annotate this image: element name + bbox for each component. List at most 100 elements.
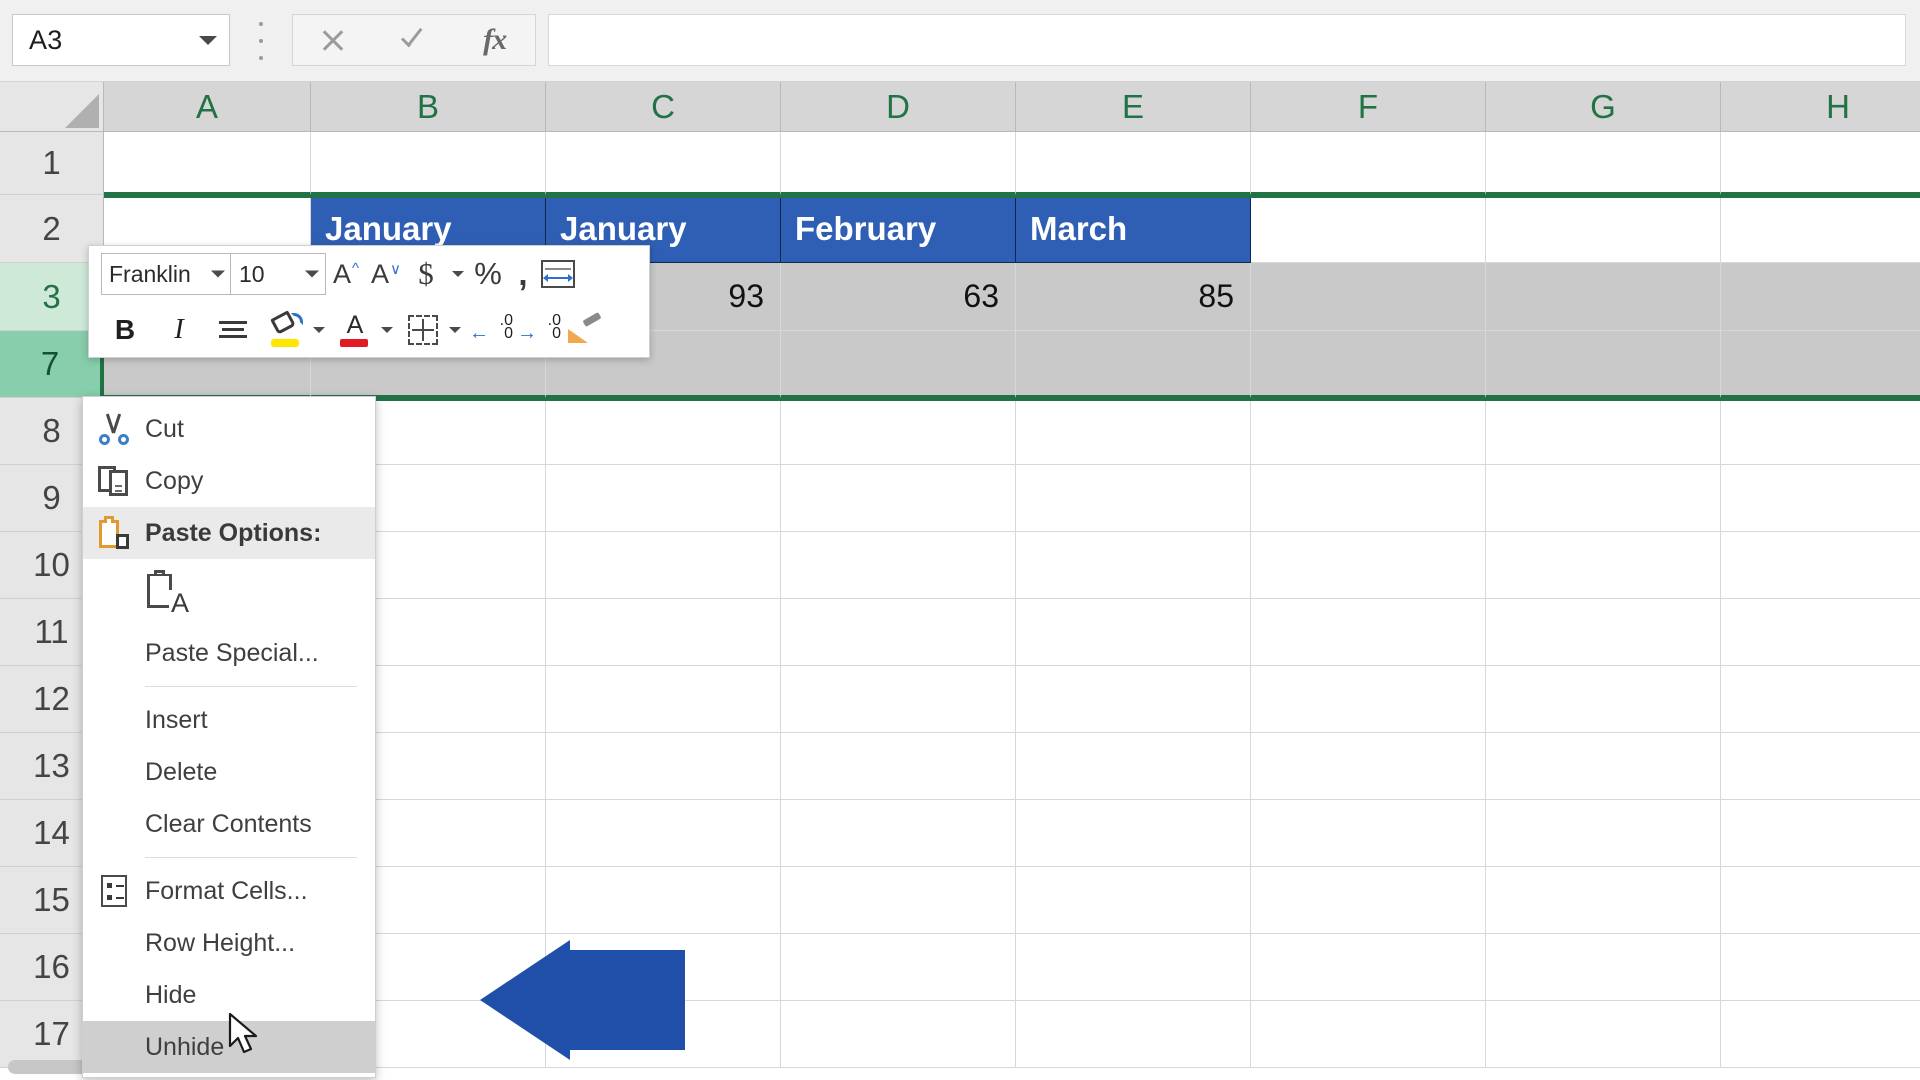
cell-C14[interactable]	[546, 800, 781, 867]
cell-D3[interactable]: 63	[781, 263, 1016, 331]
cell-D2[interactable]: February	[781, 195, 1016, 263]
cell-E14[interactable]	[1016, 800, 1251, 867]
fill-color-dropdown-button[interactable]	[307, 307, 329, 353]
cell-C9[interactable]	[546, 465, 781, 532]
cell-H8[interactable]	[1721, 398, 1920, 465]
cell-C15[interactable]	[546, 867, 781, 934]
cell-E13[interactable]	[1016, 733, 1251, 800]
name-box-dropdown-icon[interactable]	[187, 15, 229, 65]
cell-C10[interactable]	[546, 532, 781, 599]
cell-A1[interactable]	[104, 132, 311, 195]
cell-H9[interactable]	[1721, 465, 1920, 532]
cell-F8[interactable]	[1251, 398, 1486, 465]
column-header-A[interactable]: A	[104, 82, 311, 132]
cell-D15[interactable]	[781, 867, 1016, 934]
fill-color-button[interactable]	[267, 307, 307, 353]
align-center-button[interactable]	[213, 307, 253, 353]
cell-G10[interactable]	[1486, 532, 1721, 599]
cell-H11[interactable]	[1721, 599, 1920, 666]
percent-format-button[interactable]: %	[468, 251, 508, 297]
font-color-dropdown-button[interactable]	[375, 307, 397, 353]
cancel-formula-button[interactable]	[297, 15, 369, 65]
cell-H2[interactable]	[1721, 195, 1920, 263]
cell-E16[interactable]	[1016, 934, 1251, 1001]
format-painter-button[interactable]	[565, 307, 605, 353]
cell-H16[interactable]	[1721, 934, 1920, 1001]
insert-function-button[interactable]: fx	[459, 15, 531, 65]
column-header-H[interactable]: H	[1721, 82, 1920, 132]
column-header-B[interactable]: B	[311, 82, 546, 132]
cell-F10[interactable]	[1251, 532, 1486, 599]
context-menu-item-clear-contents[interactable]: Clear Contents	[83, 798, 375, 850]
cell-F2[interactable]	[1251, 195, 1486, 263]
decrease-font-size-button[interactable]: A ∨	[366, 251, 406, 297]
increase-decimal-button[interactable]: ←.00	[469, 307, 515, 353]
cell-C11[interactable]	[546, 599, 781, 666]
cell-F15[interactable]	[1251, 867, 1486, 934]
cell-E17[interactable]	[1016, 1001, 1251, 1068]
cell-F13[interactable]	[1251, 733, 1486, 800]
formula-bar-grip[interactable]	[256, 22, 266, 60]
context-menu-item-paste-special[interactable]: Paste Special...	[83, 627, 375, 679]
cell-H1[interactable]	[1721, 132, 1920, 195]
cell-H10[interactable]	[1721, 532, 1920, 599]
cell-E3[interactable]: 85	[1016, 263, 1251, 331]
cell-D10[interactable]	[781, 532, 1016, 599]
cell-D7[interactable]	[781, 331, 1016, 398]
cell-D8[interactable]	[781, 398, 1016, 465]
cell-G1[interactable]	[1486, 132, 1721, 195]
cell-G16[interactable]	[1486, 934, 1721, 1001]
cell-E2[interactable]: March	[1016, 195, 1251, 263]
context-menu-item-cut[interactable]: Cut	[83, 403, 375, 455]
cell-D12[interactable]	[781, 666, 1016, 733]
cell-H13[interactable]	[1721, 733, 1920, 800]
cell-H17[interactable]	[1721, 1001, 1920, 1068]
cell-F11[interactable]	[1251, 599, 1486, 666]
cell-B1[interactable]	[311, 132, 546, 195]
column-header-G[interactable]: G	[1486, 82, 1721, 132]
cell-E8[interactable]	[1016, 398, 1251, 465]
cell-C12[interactable]	[546, 666, 781, 733]
currency-format-button[interactable]: $	[406, 251, 446, 297]
cell-D13[interactable]	[781, 733, 1016, 800]
formula-input[interactable]	[548, 14, 1906, 66]
cell-E10[interactable]	[1016, 532, 1251, 599]
cell-C8[interactable]	[546, 398, 781, 465]
cell-G12[interactable]	[1486, 666, 1721, 733]
context-menu-item-format-cells[interactable]: Format Cells...	[83, 865, 375, 917]
cell-G13[interactable]	[1486, 733, 1721, 800]
row-header-1[interactable]: 1	[0, 132, 104, 195]
name-box[interactable]: A3	[12, 14, 230, 66]
italic-button[interactable]: I	[159, 307, 199, 353]
cell-G9[interactable]	[1486, 465, 1721, 532]
comma-format-button[interactable]: ,	[508, 251, 538, 297]
context-menu-item-copy[interactable]: Copy	[83, 455, 375, 507]
cell-C1[interactable]	[546, 132, 781, 195]
cell-F17[interactable]	[1251, 1001, 1486, 1068]
cell-F1[interactable]	[1251, 132, 1486, 195]
decrease-decimal-button[interactable]: →.00	[515, 307, 561, 353]
cell-F7[interactable]	[1251, 331, 1486, 398]
context-menu-item-delete[interactable]: Delete	[83, 746, 375, 798]
cell-H3[interactable]	[1721, 263, 1920, 331]
increase-font-size-button[interactable]: A ^	[326, 251, 366, 297]
cell-E1[interactable]	[1016, 132, 1251, 195]
column-header-E[interactable]: E	[1016, 82, 1251, 132]
column-header-F[interactable]: F	[1251, 82, 1486, 132]
cell-F12[interactable]	[1251, 666, 1486, 733]
cell-H7[interactable]	[1721, 331, 1920, 398]
cell-G15[interactable]	[1486, 867, 1721, 934]
context-menu-item-row-height[interactable]: Row Height...	[83, 917, 375, 969]
cell-F16[interactable]	[1251, 934, 1486, 1001]
cell-G11[interactable]	[1486, 599, 1721, 666]
borders-dropdown-button[interactable]	[443, 307, 465, 353]
currency-dropdown-button[interactable]	[446, 251, 468, 297]
font-color-button[interactable]: A	[335, 307, 375, 353]
cell-F14[interactable]	[1251, 800, 1486, 867]
cell-C13[interactable]	[546, 733, 781, 800]
cell-D16[interactable]	[781, 934, 1016, 1001]
cell-G17[interactable]	[1486, 1001, 1721, 1068]
cell-D17[interactable]	[781, 1001, 1016, 1068]
cell-D9[interactable]	[781, 465, 1016, 532]
cell-D14[interactable]	[781, 800, 1016, 867]
